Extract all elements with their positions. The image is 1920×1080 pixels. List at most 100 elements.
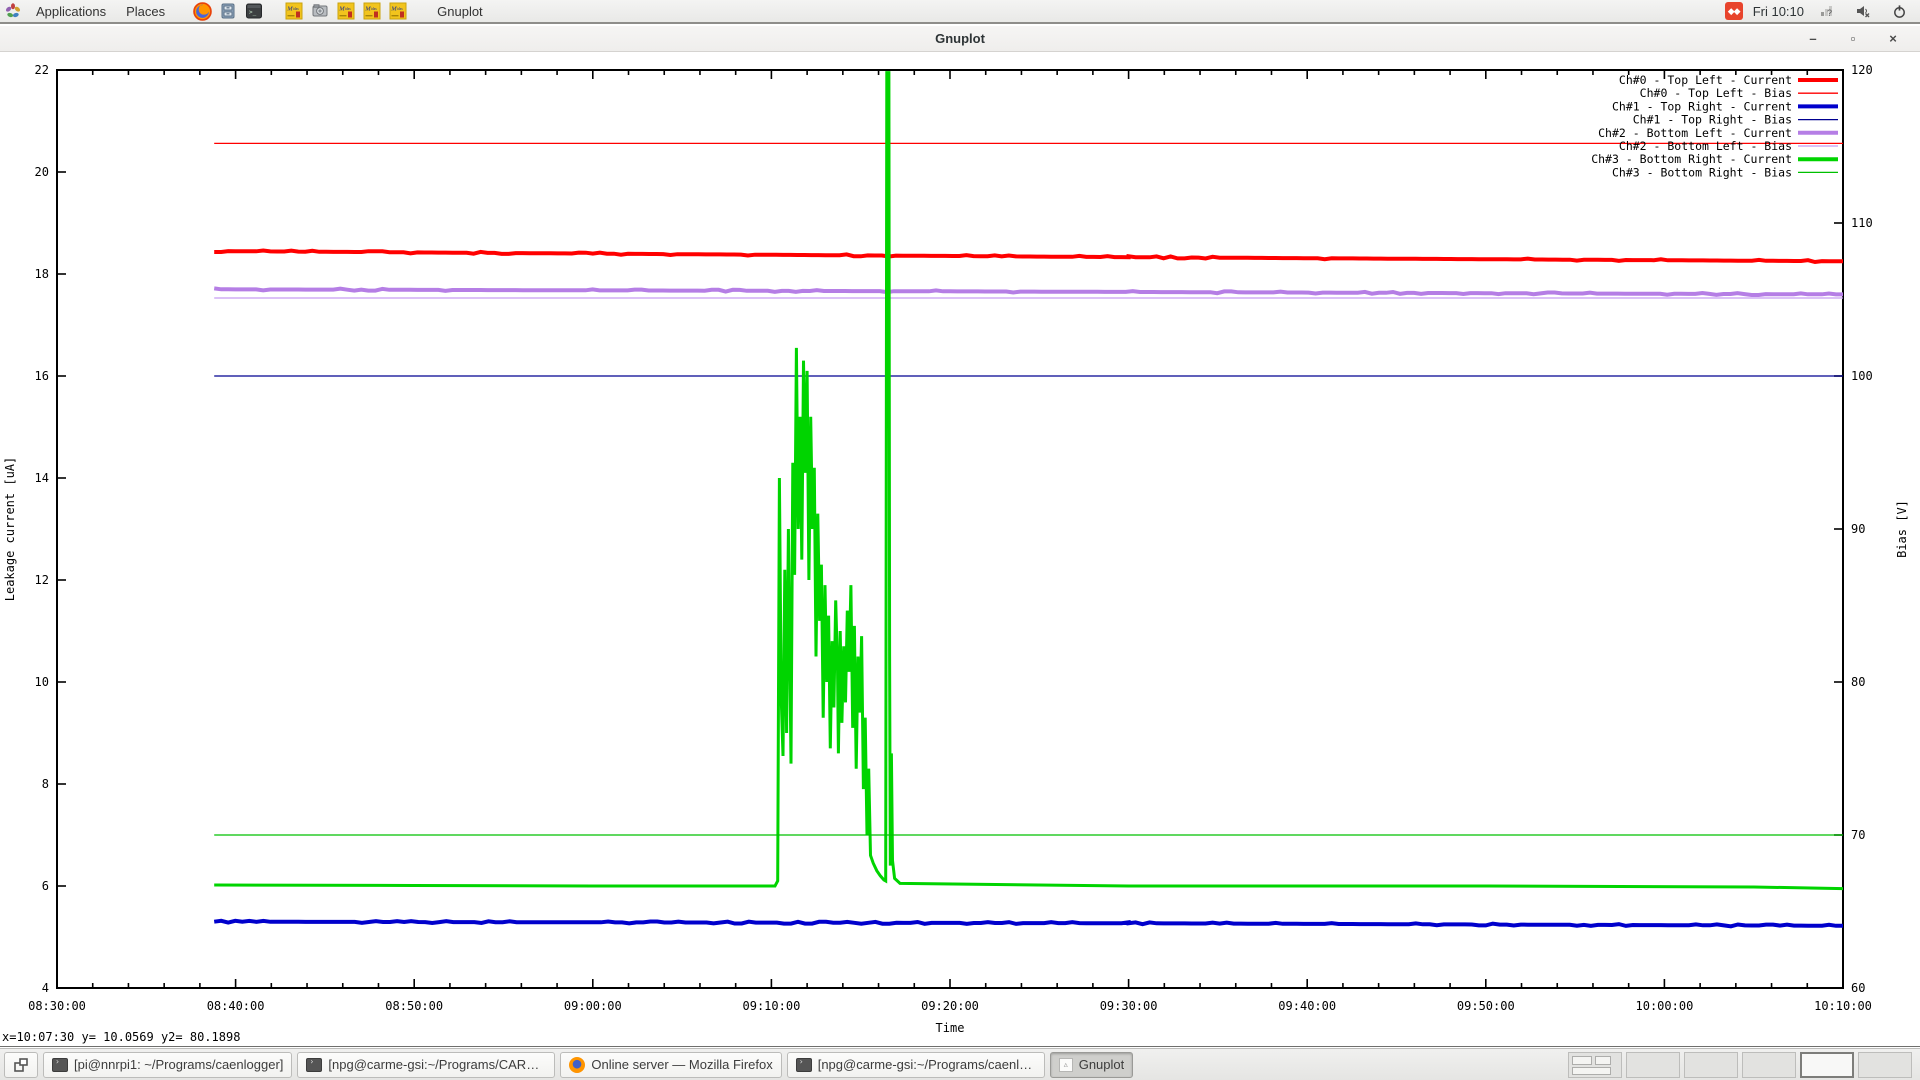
y-right-tick-label: 60 xyxy=(1851,981,1865,995)
y-left-tick-label: 8 xyxy=(42,777,49,791)
main-menu-icon[interactable] xyxy=(3,1,23,21)
gnuplot-titlebar[interactable]: Gnuplot – ▫ × xyxy=(0,26,1920,52)
window-title: Gnuplot xyxy=(0,31,1920,46)
workspace-2[interactable] xyxy=(1626,1052,1680,1078)
firefox-icon[interactable] xyxy=(192,1,212,21)
x-tick-label: 09:30:00 xyxy=(1100,999,1158,1013)
x-tick-label: 08:40:00 xyxy=(207,999,265,1013)
task-button-3[interactable]: › [npg@carme-gsi:~/Programs/caenlo… xyxy=(787,1052,1045,1078)
midas-icon[interactable]: Midas xyxy=(362,1,382,21)
task-button-label: [npg@carme-gsi:~/Programs/CARME… xyxy=(328,1057,546,1072)
workspace-switcher xyxy=(1568,1052,1916,1078)
y-left-tick-label: 20 xyxy=(35,165,49,179)
y-right-tick-label: 120 xyxy=(1851,63,1873,77)
x-tick-label: 09:10:00 xyxy=(743,999,801,1013)
active-app-label: Gnuplot xyxy=(437,4,483,19)
power-icon[interactable] xyxy=(1889,1,1909,21)
camera-icon[interactable] xyxy=(310,1,330,21)
y-right-tick-label: 110 xyxy=(1851,216,1873,230)
cursor-readout: x=10:07:30 y= 10.0569 y2= 80.1898 xyxy=(2,1030,240,1044)
plot-frame xyxy=(57,70,1843,988)
active-app-menu[interactable]: Gnuplot xyxy=(427,0,493,22)
x-tick-label: 10:00:00 xyxy=(1636,999,1694,1013)
task-button-label: Online server — Mozilla Firefox xyxy=(591,1057,772,1072)
legend-label: Ch#0 - Top Left - Current xyxy=(1619,73,1792,87)
midas-icon[interactable]: Midas xyxy=(284,1,304,21)
task-button-label: [npg@carme-gsi:~/Programs/caenlo… xyxy=(818,1057,1036,1072)
svg-text:idas: idas xyxy=(371,7,377,11)
file-manager-icon[interactable] xyxy=(218,1,238,21)
task-button-2[interactable]: Online server — Mozilla Firefox xyxy=(560,1052,781,1078)
x-tick-label: 08:50:00 xyxy=(385,999,443,1013)
workspace-6[interactable] xyxy=(1858,1052,1912,1078)
task-button-4[interactable]: ▵ Gnuplot xyxy=(1050,1052,1134,1078)
midas-icon[interactable]: Midas xyxy=(336,1,356,21)
y-right-tick-label: 90 xyxy=(1851,522,1865,536)
y-left-tick-label: 10 xyxy=(35,675,49,689)
top-panel: Applications Places >_ MidasMidasMidasMi… xyxy=(0,0,1920,24)
volume-muted-icon[interactable] xyxy=(1853,1,1873,21)
legend-label: Ch#2 - Bottom Left - Bias xyxy=(1619,139,1792,153)
show-desktop-button[interactable] xyxy=(4,1052,38,1078)
notification-icon[interactable]: ◆◆ xyxy=(1725,2,1743,20)
places-menu[interactable]: Places xyxy=(116,0,175,22)
maximize-button[interactable]: ▫ xyxy=(1844,30,1862,48)
legend-label: Ch#1 - Top Right - Bias xyxy=(1633,113,1792,127)
y-left-tick-label: 6 xyxy=(42,879,49,893)
svg-text:idas: idas xyxy=(345,7,351,11)
panel-launchers: >_ xyxy=(189,1,267,21)
task-button-1[interactable]: › [npg@carme-gsi:~/Programs/CARME… xyxy=(297,1052,555,1078)
firefox-icon xyxy=(569,1057,585,1073)
legend-label: Ch#2 - Bottom Left - Current xyxy=(1598,126,1792,140)
applications-menu-label: Applications xyxy=(36,4,106,19)
task-button-0[interactable]: › [pi@nnrpi1: ~/Programs/caenlogger] xyxy=(43,1052,292,1078)
close-button[interactable]: × xyxy=(1884,30,1902,48)
x-tick-label: 09:00:00 xyxy=(564,999,622,1013)
places-menu-label: Places xyxy=(126,4,165,19)
series-0 xyxy=(214,251,1843,263)
y-left-tick-label: 16 xyxy=(35,369,49,383)
panel-indicators: ◆◆ Fri 10:10 ? xyxy=(1725,1,1920,21)
x-axis-label: Time xyxy=(936,1021,965,1035)
y-right-tick-label: 80 xyxy=(1851,675,1865,689)
y-left-tick-label: 14 xyxy=(35,471,49,485)
terminal-icon[interactable]: >_ xyxy=(244,1,264,21)
midas-icon[interactable]: Midas xyxy=(388,1,408,21)
legend-label: Ch#0 - Top Left - Bias xyxy=(1640,86,1792,100)
workspace-1[interactable] xyxy=(1568,1052,1622,1078)
series-6 xyxy=(214,73,1843,889)
legend-label: Ch#3 - Bottom Right - Current xyxy=(1591,152,1792,166)
x-tick-label: 09:50:00 xyxy=(1457,999,1515,1013)
y-right-axis-label: Bias [V] xyxy=(1895,500,1909,558)
y-left-tick-label: 22 xyxy=(35,63,49,77)
y-left-axis-label: Leakage current [uA] xyxy=(3,457,17,602)
panel-launchers-midas: Midas Midas Midas Midas xyxy=(281,1,411,21)
x-tick-label: 09:40:00 xyxy=(1278,999,1336,1013)
terminal-icon: › xyxy=(306,1058,322,1072)
y-left-tick-label: 12 xyxy=(35,573,49,587)
y-left-tick-label: 18 xyxy=(35,267,49,281)
x-tick-label: 10:10:00 xyxy=(1814,999,1872,1013)
legend-label: Ch#1 - Top Right - Current xyxy=(1612,99,1792,113)
task-button-label: Gnuplot xyxy=(1079,1057,1125,1072)
network-icon[interactable]: ? xyxy=(1817,1,1837,21)
x-tick-label: 09:20:00 xyxy=(921,999,979,1013)
taskbar: › [pi@nnrpi1: ~/Programs/caenlogger]› [n… xyxy=(0,1048,1920,1080)
clock[interactable]: Fri 10:10 xyxy=(1753,4,1804,19)
series-4 xyxy=(214,288,1843,295)
workspace-5[interactable] xyxy=(1800,1052,1854,1078)
workspace-4[interactable] xyxy=(1742,1052,1796,1078)
gnuplot-icon: ▵ xyxy=(1059,1058,1073,1072)
plot[interactable]: 08:30:0008:40:0008:50:0009:00:0009:10:00… xyxy=(0,52,1920,1047)
applications-menu[interactable]: Applications xyxy=(26,0,116,22)
series-2 xyxy=(214,921,1843,927)
y-right-tick-label: 100 xyxy=(1851,369,1873,383)
gnuplot-canvas[interactable]: 08:30:0008:40:0008:50:0009:00:0009:10:00… xyxy=(0,52,1920,1047)
svg-text:?: ? xyxy=(1827,8,1832,18)
task-button-label: [pi@nnrpi1: ~/Programs/caenlogger] xyxy=(74,1057,283,1072)
workspace-3[interactable] xyxy=(1684,1052,1738,1078)
legend-label: Ch#3 - Bottom Right - Bias xyxy=(1612,165,1792,179)
taskbar-items: › [pi@nnrpi1: ~/Programs/caenlogger]› [n… xyxy=(43,1052,1133,1078)
minimize-button[interactable]: – xyxy=(1804,30,1822,48)
window-controls: – ▫ × xyxy=(1804,30,1902,48)
